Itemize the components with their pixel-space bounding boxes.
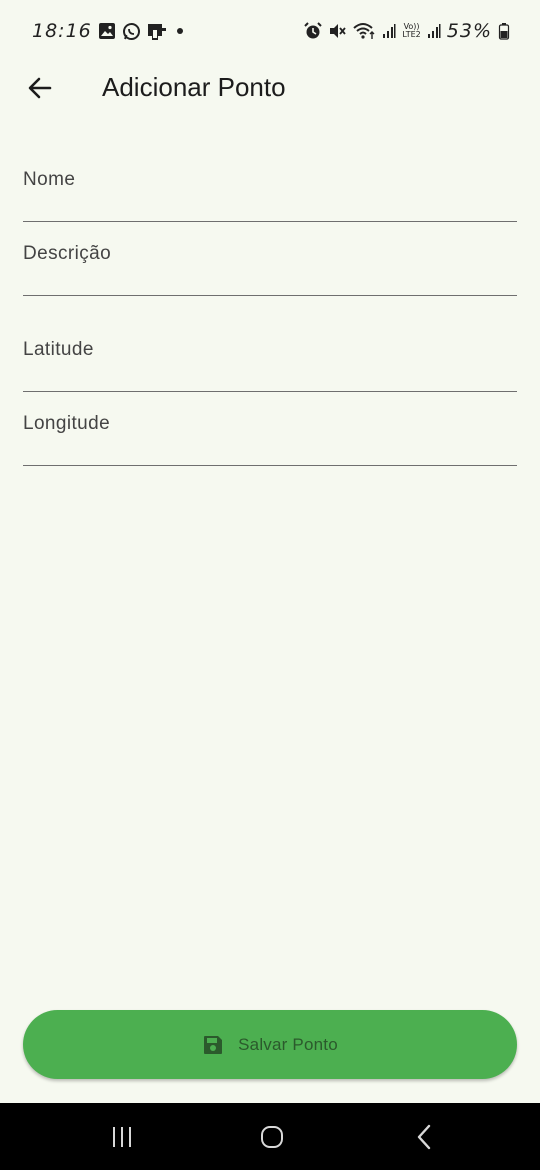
save-icon [204,1035,223,1054]
longitude-input[interactable] [23,404,517,465]
page-title: Adicionar Ponto [102,72,286,102]
longitude-field [23,404,517,466]
image-icon [98,22,116,40]
status-left: 18:16 [32,20,187,42]
signal-icon [427,23,441,39]
clipboard-icon [147,22,167,41]
wifi-icon [352,22,376,40]
mute-icon [328,22,347,40]
app-bar: Adicionar Ponto [0,62,540,114]
dot-icon [173,24,187,38]
nome-field [23,160,517,222]
whatsapp-icon [122,22,141,41]
status-time: 18:16 [32,20,92,42]
battery-percent: 53% [446,20,492,42]
system-back-button[interactable] [404,1119,444,1155]
arrow-back-icon [28,77,52,99]
home-icon [261,1126,283,1148]
recents-icon [113,1127,131,1147]
back-button[interactable] [22,70,58,106]
latitude-field [23,330,517,392]
status-right: Vo)) LTE2 53% [304,20,510,42]
status-bar: 18:16 Vo)) LTE2 53% [0,0,540,62]
system-nav-bar [0,1103,540,1170]
save-button[interactable]: Salvar Ponto [23,1010,517,1079]
volte-line2: LTE2 [402,30,421,39]
nome-input[interactable] [23,160,517,221]
save-button-label: Salvar Ponto [238,1034,338,1054]
descricao-input[interactable] [23,234,517,295]
latitude-input[interactable] [23,330,517,391]
descricao-field [23,234,517,296]
battery-icon [498,22,510,40]
signal-icon [382,23,396,39]
back-icon [417,1124,431,1150]
alarm-icon [304,22,323,40]
recents-button[interactable] [102,1119,142,1155]
volte-indicator: Vo)) LTE2 [402,23,420,39]
home-button[interactable] [252,1119,292,1155]
